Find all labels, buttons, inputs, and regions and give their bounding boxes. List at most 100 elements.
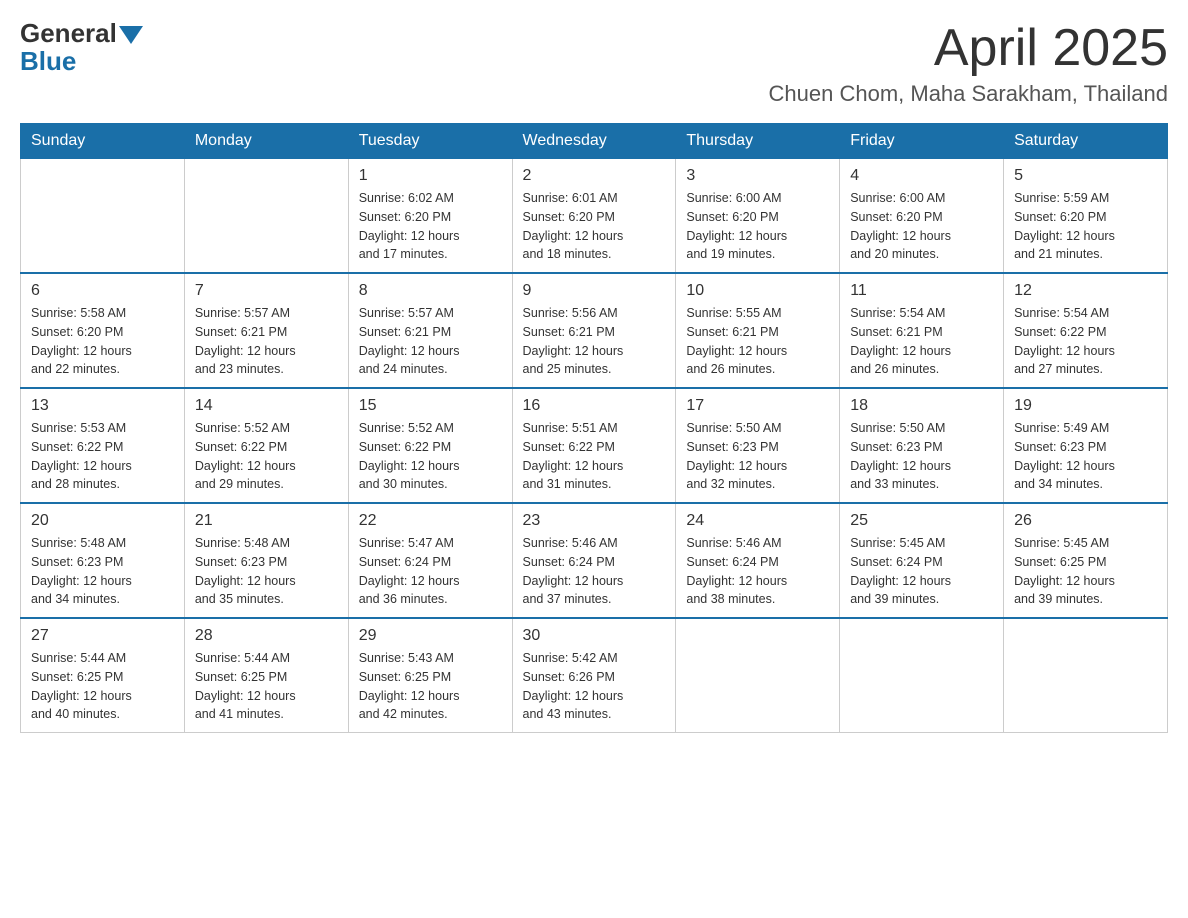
day-info: Sunrise: 5:45 AM Sunset: 6:24 PM Dayligh… — [850, 534, 993, 609]
table-row: 6Sunrise: 5:58 AM Sunset: 6:20 PM Daylig… — [21, 273, 185, 388]
day-info: Sunrise: 5:59 AM Sunset: 6:20 PM Dayligh… — [1014, 189, 1157, 264]
table-row: 1 Sunrise: 6:02 AM Sunset: 6:20 PM Daylig… — [348, 159, 512, 274]
table-row: 18 Sunrise: 5:50 AM Sunset: 6:23 PM Dayli… — [840, 388, 1004, 503]
table-row: 16 Sunrise: 5:51 AM Sunset: 6:22 PM Dayli… — [512, 388, 676, 503]
day-info: Sunrise: 5:53 AM Sunset: 6:22 PM Dayligh… — [31, 419, 174, 494]
calendar-week-row: 20 Sunrise: 5:48 AM Sunset: 6:23 PM Dayli… — [21, 503, 1168, 618]
day-info: Sunrise: 6:00 AM Sunset: 6:20 PM Dayligh… — [686, 189, 829, 264]
day-number: 11 — [850, 282, 993, 300]
day-number: 3 — [686, 167, 829, 185]
day-number: 5 — [1014, 167, 1157, 185]
table-row: 17 Sunrise: 5:50 AM Sunset: 6:23 PM Dayli… — [676, 388, 840, 503]
calendar-week-row: 6Sunrise: 5:58 AM Sunset: 6:20 PM Daylig… — [21, 273, 1168, 388]
day-number: 19 — [1014, 397, 1157, 415]
day-info: Sunrise: 5:45 AM Sunset: 6:25 PM Dayligh… — [1014, 534, 1157, 609]
table-row: 19 Sunrise: 5:49 AM Sunset: 6:23 PM Dayli… — [1004, 388, 1168, 503]
table-row: 26 Sunrise: 5:45 AM Sunset: 6:25 PM Dayli… — [1004, 503, 1168, 618]
logo-top: General — [20, 20, 143, 46]
table-row: 7 Sunrise: 5:57 AM Sunset: 6:21 PM Daylig… — [184, 273, 348, 388]
day-info: Sunrise: 5:57 AM Sunset: 6:21 PM Dayligh… — [195, 304, 338, 379]
header-wednesday: Wednesday — [512, 124, 676, 159]
page-header: General Blue April 2025 Chuen Chom, Maha… — [20, 20, 1168, 107]
table-row: 22 Sunrise: 5:47 AM Sunset: 6:24 PM Dayli… — [348, 503, 512, 618]
day-number: 16 — [523, 397, 666, 415]
day-number: 17 — [686, 397, 829, 415]
day-number: 18 — [850, 397, 993, 415]
header-monday: Monday — [184, 124, 348, 159]
day-info: Sunrise: 5:54 AM Sunset: 6:21 PM Dayligh… — [850, 304, 993, 379]
table-row: 30 Sunrise: 5:42 AM Sunset: 6:26 PM Dayli… — [512, 618, 676, 733]
day-number: 25 — [850, 512, 993, 530]
day-info: Sunrise: 5:57 AM Sunset: 6:21 PM Dayligh… — [359, 304, 502, 379]
month-year-title: April 2025 — [769, 20, 1168, 77]
logo-blue-text: Blue — [20, 46, 76, 77]
day-info: Sunrise: 5:55 AM Sunset: 6:21 PM Dayligh… — [686, 304, 829, 379]
day-number: 28 — [195, 627, 338, 645]
day-info: Sunrise: 5:50 AM Sunset: 6:23 PM Dayligh… — [686, 419, 829, 494]
day-number: 1 — [359, 167, 502, 185]
day-number: 23 — [523, 512, 666, 530]
day-number: 10 — [686, 282, 829, 300]
day-number: 22 — [359, 512, 502, 530]
day-number: 12 — [1014, 282, 1157, 300]
header-saturday: Saturday — [1004, 124, 1168, 159]
day-info: Sunrise: 5:49 AM Sunset: 6:23 PM Dayligh… — [1014, 419, 1157, 494]
day-info: Sunrise: 5:56 AM Sunset: 6:21 PM Dayligh… — [523, 304, 666, 379]
table-row: 4Sunrise: 6:00 AM Sunset: 6:20 PM Daylig… — [840, 159, 1004, 274]
table-row — [21, 159, 185, 274]
table-row: 8 Sunrise: 5:57 AM Sunset: 6:21 PM Daylig… — [348, 273, 512, 388]
logo-general-text: General — [20, 20, 117, 46]
day-info: Sunrise: 6:02 AM Sunset: 6:20 PM Dayligh… — [359, 189, 502, 264]
table-row — [676, 618, 840, 733]
day-info: Sunrise: 5:54 AM Sunset: 6:22 PM Dayligh… — [1014, 304, 1157, 379]
header-thursday: Thursday — [676, 124, 840, 159]
calendar-week-row: 27 Sunrise: 5:44 AM Sunset: 6:25 PM Dayli… — [21, 618, 1168, 733]
table-row: 10 Sunrise: 5:55 AM Sunset: 6:21 PM Dayli… — [676, 273, 840, 388]
table-row: 24Sunrise: 5:46 AM Sunset: 6:24 PM Dayli… — [676, 503, 840, 618]
table-row — [840, 618, 1004, 733]
table-row: 12 Sunrise: 5:54 AM Sunset: 6:22 PM Dayli… — [1004, 273, 1168, 388]
day-info: Sunrise: 5:42 AM Sunset: 6:26 PM Dayligh… — [523, 649, 666, 724]
table-row: 3 Sunrise: 6:00 AM Sunset: 6:20 PM Daylig… — [676, 159, 840, 274]
weekday-header-row: Sunday Monday Tuesday Wednesday Thursday… — [21, 124, 1168, 159]
day-number: 15 — [359, 397, 502, 415]
day-number: 24 — [686, 512, 829, 530]
table-row: 23Sunrise: 5:46 AM Sunset: 6:24 PM Dayli… — [512, 503, 676, 618]
table-row: 9Sunrise: 5:56 AM Sunset: 6:21 PM Daylig… — [512, 273, 676, 388]
day-number: 30 — [523, 627, 666, 645]
day-info: Sunrise: 6:01 AM Sunset: 6:20 PM Dayligh… — [523, 189, 666, 264]
table-row: 21 Sunrise: 5:48 AM Sunset: 6:23 PM Dayli… — [184, 503, 348, 618]
day-number: 21 — [195, 512, 338, 530]
table-row: 5 Sunrise: 5:59 AM Sunset: 6:20 PM Daylig… — [1004, 159, 1168, 274]
header-tuesday: Tuesday — [348, 124, 512, 159]
title-block: April 2025 Chuen Chom, Maha Sarakham, Th… — [769, 20, 1168, 107]
day-info: Sunrise: 5:51 AM Sunset: 6:22 PM Dayligh… — [523, 419, 666, 494]
day-number: 29 — [359, 627, 502, 645]
table-row: 11 Sunrise: 5:54 AM Sunset: 6:21 PM Dayli… — [840, 273, 1004, 388]
day-number: 20 — [31, 512, 174, 530]
day-number: 4 — [850, 167, 993, 185]
day-info: Sunrise: 5:44 AM Sunset: 6:25 PM Dayligh… — [31, 649, 174, 724]
day-number: 26 — [1014, 512, 1157, 530]
day-info: Sunrise: 5:48 AM Sunset: 6:23 PM Dayligh… — [195, 534, 338, 609]
day-number: 8 — [359, 282, 502, 300]
day-number: 13 — [31, 397, 174, 415]
day-number: 7 — [195, 282, 338, 300]
day-info: Sunrise: 5:50 AM Sunset: 6:23 PM Dayligh… — [850, 419, 993, 494]
location-subtitle: Chuen Chom, Maha Sarakham, Thailand — [769, 81, 1168, 107]
day-info: Sunrise: 5:52 AM Sunset: 6:22 PM Dayligh… — [359, 419, 502, 494]
table-row: 2Sunrise: 6:01 AM Sunset: 6:20 PM Daylig… — [512, 159, 676, 274]
table-row — [1004, 618, 1168, 733]
table-row: 15 Sunrise: 5:52 AM Sunset: 6:22 PM Dayli… — [348, 388, 512, 503]
table-row: 20Sunrise: 5:48 AM Sunset: 6:23 PM Dayli… — [21, 503, 185, 618]
header-sunday: Sunday — [21, 124, 185, 159]
table-row: 27 Sunrise: 5:44 AM Sunset: 6:25 PM Dayli… — [21, 618, 185, 733]
table-row: 14Sunrise: 5:52 AM Sunset: 6:22 PM Dayli… — [184, 388, 348, 503]
logo: General Blue — [20, 20, 143, 77]
logo-arrow-icon — [119, 26, 143, 44]
day-info: Sunrise: 5:43 AM Sunset: 6:25 PM Dayligh… — [359, 649, 502, 724]
calendar-table: Sunday Monday Tuesday Wednesday Thursday… — [20, 123, 1168, 733]
day-number: 27 — [31, 627, 174, 645]
day-info: Sunrise: 5:47 AM Sunset: 6:24 PM Dayligh… — [359, 534, 502, 609]
day-info: Sunrise: 5:44 AM Sunset: 6:25 PM Dayligh… — [195, 649, 338, 724]
